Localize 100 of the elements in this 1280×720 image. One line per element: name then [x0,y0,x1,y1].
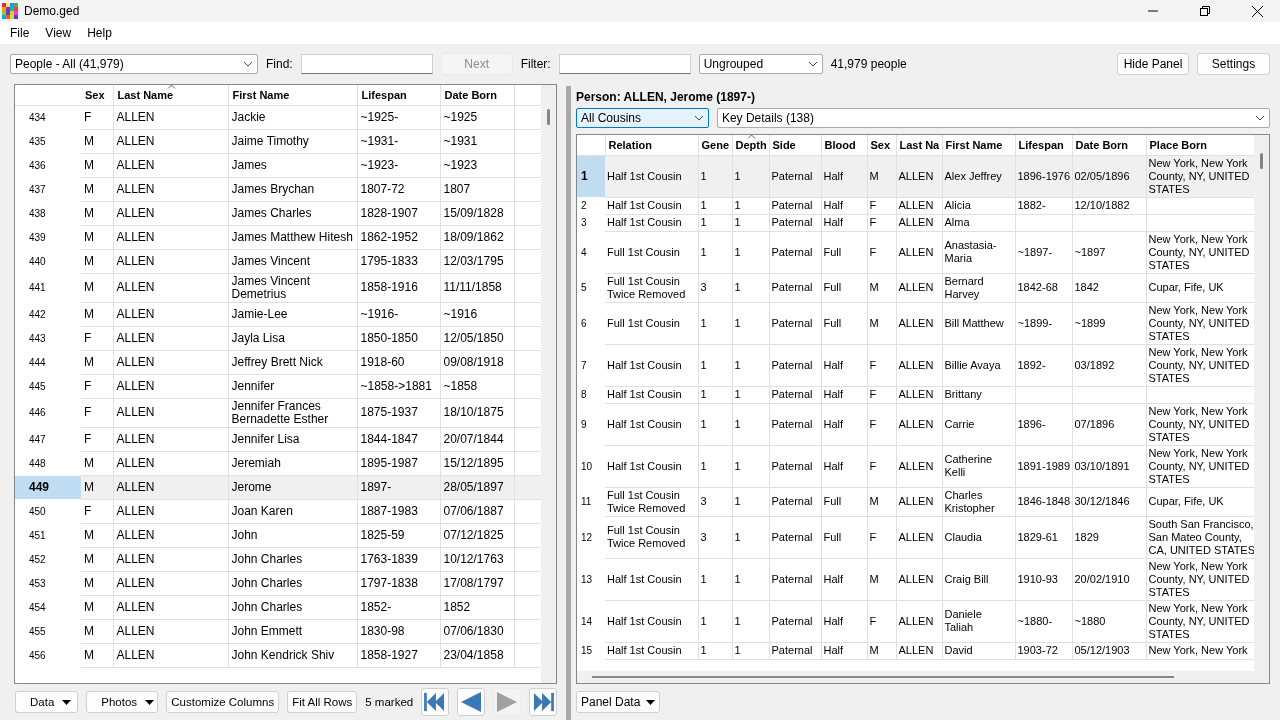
scrollbar[interactable] [1254,135,1269,683]
table-cell: Half [821,558,867,600]
table-cell: Craig Bill [942,558,1015,600]
menu-button[interactable]: Panel Data [576,691,661,713]
table-cell: ALLEN [896,344,942,386]
close-icon [1251,5,1263,17]
table-cell: 05/12/1903 [1072,642,1146,659]
table-cell: ALLEN [113,427,228,451]
filter-field[interactable] [558,54,691,74]
column-header[interactable]: Sex [867,135,896,155]
row-header[interactable]: 449 [15,475,81,499]
table-cell: M [81,451,113,475]
menu-item[interactable]: View [37,26,80,40]
group-select[interactable]: Ungrouped [698,54,823,74]
table-cell: 1875-1937 [357,398,440,427]
table-cell: ALLEN [896,231,942,273]
column-header[interactable]: Relation [605,135,698,155]
table-cell: 1 [732,642,769,659]
table-cell: ALLEN [896,600,942,642]
table-cell: F [867,386,896,403]
chevron-down-icon [807,61,818,67]
table-cell: F [81,374,113,398]
column-header[interactable]: Place Born [1146,135,1254,155]
table-cell: Paternal [769,302,821,344]
column-header[interactable]: First Name [228,85,357,105]
details-select[interactable]: Key Details (138) [716,108,1270,128]
find-field[interactable] [300,54,433,74]
column-header[interactable]: Sex [81,85,113,105]
marked-count: 5 marked [365,696,414,708]
row-header[interactable]: 450 [15,499,81,523]
column-header[interactable]: Lifespan [357,85,440,105]
relation-select[interactable]: All Cousins [576,108,709,128]
table-cell: Half [821,197,867,214]
table-cell: 1 [732,231,769,273]
table-cell: 1 [698,197,732,214]
table-cell: 1887-1983 [357,499,440,523]
table-cell: 11/11/1858 [440,273,514,302]
table-cell: F [867,403,896,445]
column-header[interactable]: Blood [821,135,867,155]
table-cell: ALLEN [113,302,228,326]
table-cell: ALLEN [113,547,228,571]
toolbar-button[interactable]: Settings [1197,53,1270,75]
table-row[interactable]: 1 Half 1st Cousin 1 1 Paternal Half M ALLEN Alex Jeffrey 1896-1976 02/05/1896 New York, New York County, NY, UNITED STATES [577,155,1254,197]
column-header[interactable]: Depth [732,135,769,155]
table-cell: Paternal [769,273,821,302]
table-cell: Paternal [769,642,821,659]
column-header[interactable]: Last Name [113,85,228,105]
column-header[interactable]: Side [769,135,821,155]
table-cell: 12/10/1882 [1072,197,1146,214]
table-cell: ALLEN [896,642,942,659]
nav-button[interactable] [421,688,450,716]
scrollbar[interactable] [541,85,556,683]
table-cell: M [81,249,113,273]
column-header[interactable]: Date Born [440,85,514,105]
action-button[interactable]: Customize Columns [166,691,280,713]
menu-button[interactable]: Data [15,691,79,713]
table-row[interactable]: 450 F ALLEN Joan Karen 1887-1983 07/06/1887 [15,499,541,523]
horizontal-scrollbar[interactable] [577,671,1254,683]
nav-button[interactable] [529,688,558,716]
toolbar-button[interactable]: Hide Panel [1117,53,1189,75]
table-cell: Jayla Lisa [228,326,357,350]
table-cell: M [81,475,113,499]
column-header[interactable]: Gene [698,135,732,155]
row-header[interactable]: 434 [15,105,81,129]
table-row[interactable]: 449 M ALLEN Jerome 1897- 28/05/1897 [15,475,541,499]
column-header[interactable]: Date Born [1072,135,1146,155]
table-cell: ~1923 [440,153,514,177]
table-cell: M [81,571,113,595]
table-cell: 1 [732,302,769,344]
nav-button[interactable] [457,688,486,716]
table-cell: 1850-1850 [357,326,440,350]
table-cell: Billie Avaya [942,344,1015,386]
table-cell: Half 1st Cousin [605,445,698,487]
action-button[interactable]: Fit All Rows [287,691,358,713]
table-row[interactable]: 434 F ALLEN Jackie ~1925- ~1925 [15,105,541,129]
table-cell: F [867,445,896,487]
column-header[interactable]: First Name [942,135,1015,155]
table-cell: Alicia [942,197,1015,214]
menu-button[interactable]: Photos [86,691,159,713]
table-cell: F [867,197,896,214]
table-cell: 15/12/1895 [440,451,514,475]
table-cell: M [81,129,113,153]
table-cell: 1858-1916 [357,273,440,302]
table-cell: Jamie-Lee [228,302,357,326]
table-cell: Paternal [769,403,821,445]
menu-item[interactable]: File [2,26,38,40]
table-cell: Paternal [769,558,821,600]
column-header[interactable]: Last Na [896,135,942,155]
table-cell: 1 [732,344,769,386]
menu-item[interactable]: Help [79,26,120,40]
table-cell: David [942,642,1015,659]
table-cell: 1830-98 [357,619,440,643]
table-cell: M [81,350,113,374]
row-header[interactable]: 1 [577,155,605,197]
column-header[interactable]: Lifespan [1015,135,1072,155]
table-cell: ALLEN [113,398,228,427]
view-select[interactable]: People - All (41,979) [10,54,258,74]
dropdown-arrow-icon [145,699,155,705]
table-cell: ALLEN [113,499,228,523]
table-cell: ~1897- [1015,231,1072,273]
